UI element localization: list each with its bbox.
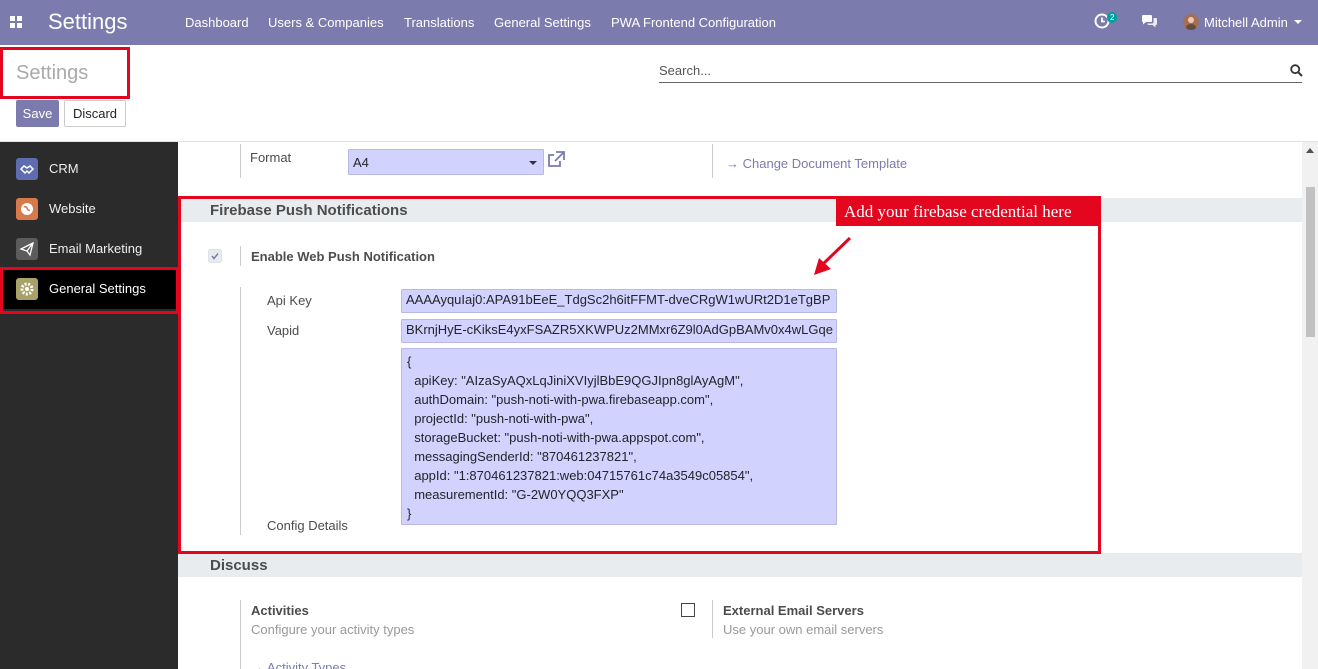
highlight-box-firebase (178, 196, 1101, 554)
menu-dashboard[interactable]: Dashboard (185, 15, 249, 30)
activity-types-link[interactable]: → Activity Types (251, 660, 346, 669)
activity-types-label: Activity Types (266, 660, 347, 669)
sidebar-item-label: Email Marketing (49, 241, 143, 256)
search-input[interactable]: Search... (659, 61, 1303, 83)
email-marketing-plane-icon (16, 238, 38, 260)
external-email-servers-title: External Email Servers (723, 603, 864, 618)
discard-button[interactable]: Discard (64, 100, 126, 127)
scrollbar-thumb[interactable] (1306, 187, 1315, 337)
menu-general-settings[interactable]: General Settings (494, 15, 591, 30)
sidebar-item-label: CRM (49, 161, 79, 176)
change-document-template-link[interactable]: → Change Document Template (726, 156, 907, 171)
search-placeholder: Search... (659, 63, 712, 78)
settings-sidebar: CRM Website Email Marketing General Sett… (0, 142, 179, 669)
format-select-value: A4 (353, 155, 369, 170)
scroll-up-icon[interactable] (1306, 148, 1314, 153)
external-email-servers-description: Use your own email servers (723, 622, 884, 637)
discuss-section-header: Discuss (178, 553, 1302, 577)
sidebar-item-label: Website (49, 201, 96, 216)
format-label: Format (250, 150, 292, 165)
divider (712, 144, 713, 178)
control-panel: Settings Save Discard Search... (0, 45, 1318, 142)
highlight-box-general-settings (0, 267, 179, 314)
user-avatar[interactable] (1183, 14, 1199, 30)
activity-count-badge: 2 (1107, 12, 1118, 23)
format-select[interactable]: A4 (348, 149, 544, 175)
save-button[interactable]: Save (16, 100, 59, 127)
external-email-servers-checkbox[interactable] (681, 603, 695, 617)
menu-pwa-frontend-configuration[interactable]: PWA Frontend Configuration (611, 15, 776, 30)
user-name[interactable]: Mitchell Admin (1204, 15, 1288, 30)
settings-content: Format A4 → Change Document Template Fir… (178, 142, 1302, 669)
divider (712, 600, 713, 638)
annotation-arrow-icon (814, 236, 852, 275)
annotation-callout: Add your firebase credential here (836, 197, 1098, 226)
website-globe-icon (16, 198, 38, 220)
crm-handshake-icon (16, 158, 38, 180)
change-document-template-label: Change Document Template (742, 156, 908, 171)
menu-users-companies[interactable]: Users & Companies (268, 15, 384, 30)
apps-menu-icon[interactable] (10, 16, 22, 28)
external-link-icon[interactable] (547, 151, 565, 168)
sidebar-item-email-marketing[interactable]: Email Marketing (0, 229, 178, 269)
divider (240, 600, 241, 669)
arrow-right-icon: → (251, 660, 264, 669)
discuss-section-title: Discuss (210, 557, 268, 574)
activities-title: Activities (251, 603, 309, 618)
arrow-right-icon: → (726, 156, 739, 171)
sidebar-item-website[interactable]: Website (0, 189, 178, 229)
messages-icon[interactable] (1141, 14, 1158, 29)
chevron-down-icon (529, 161, 537, 165)
top-navbar: Settings Dashboard Users & Companies Tra… (0, 0, 1318, 45)
search-icon[interactable] (1290, 64, 1303, 77)
menu-translations[interactable]: Translations (404, 15, 474, 30)
vertical-scrollbar[interactable] (1302, 142, 1318, 669)
activities-description: Configure your activity types (251, 622, 415, 637)
divider (240, 144, 241, 178)
highlight-box-breadcrumb (0, 47, 130, 99)
sidebar-item-crm[interactable]: CRM (0, 149, 178, 189)
app-title[interactable]: Settings (48, 9, 128, 35)
user-dropdown-caret-icon[interactable] (1294, 20, 1302, 24)
